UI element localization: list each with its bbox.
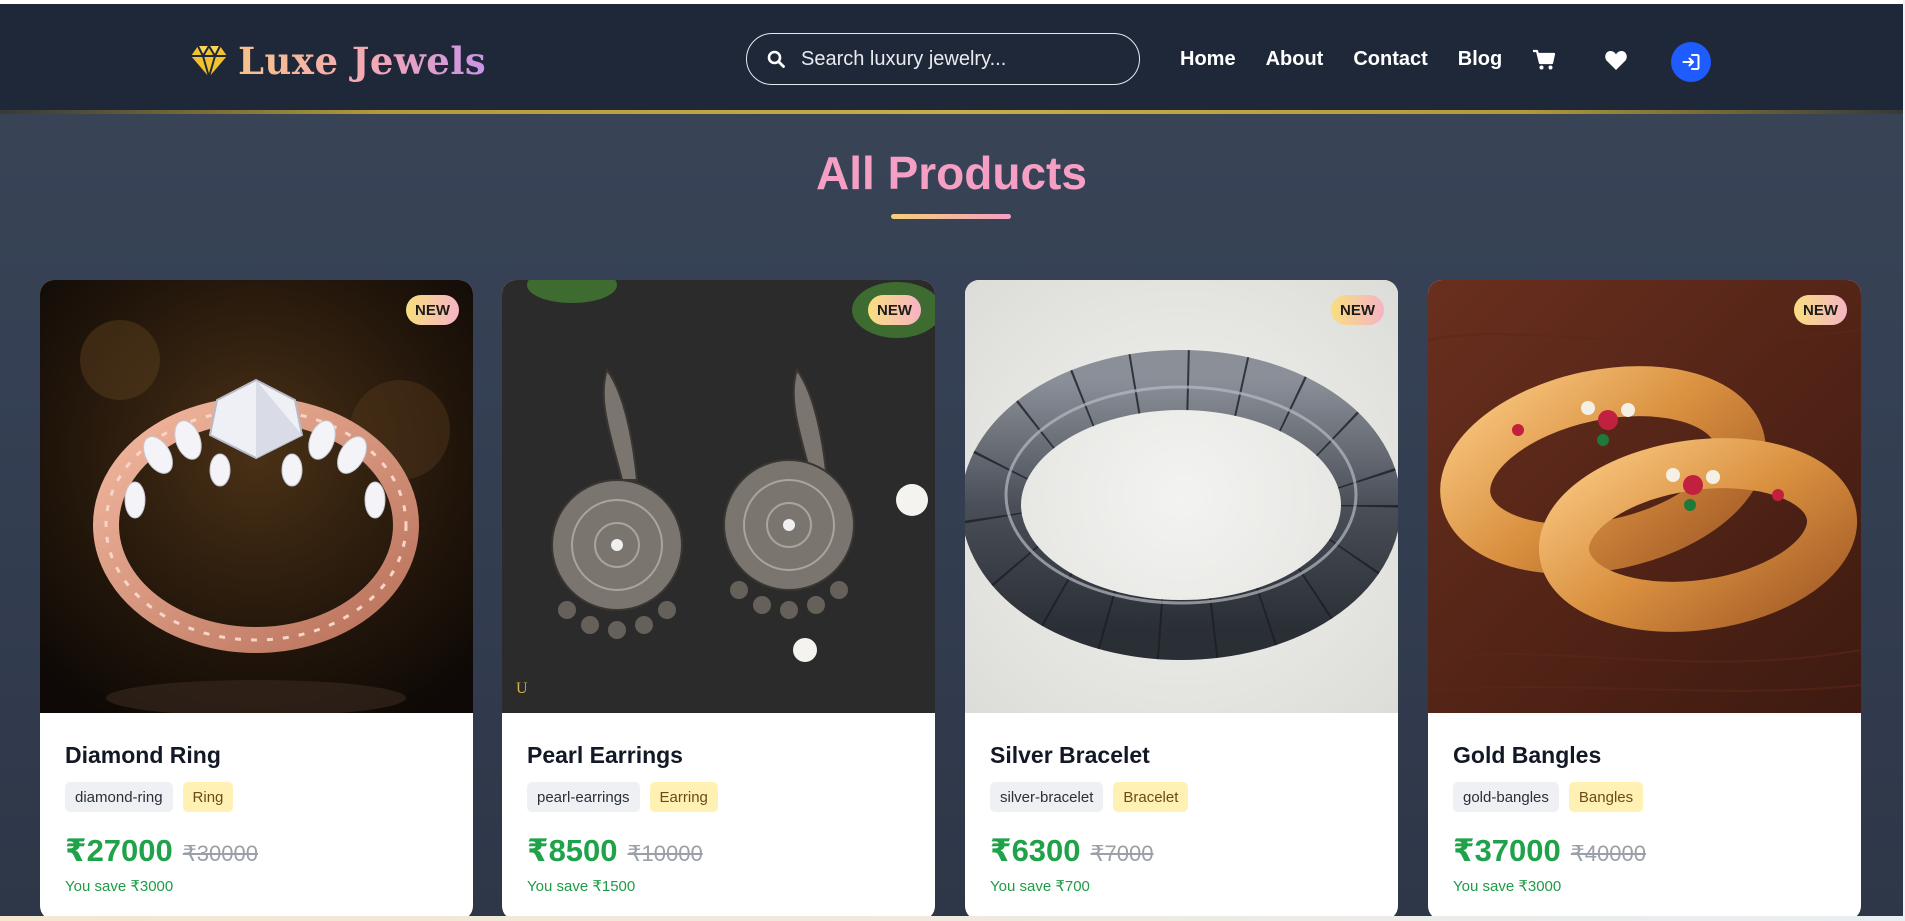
bottom-strip — [0, 916, 1905, 921]
product-tags: gold-bangles Bangles — [1453, 782, 1644, 812]
navbar: Luxe Jewels Home About Contact Blog — [0, 4, 1903, 114]
product-name[interactable]: Diamond Ring — [65, 742, 221, 769]
nav-contact-link[interactable]: Contact — [1353, 48, 1427, 71]
product-image-silver-bracelet[interactable]: NEW — [965, 280, 1398, 713]
new-badge: NEW — [1331, 295, 1384, 325]
brand-name: Luxe Jewels — [238, 39, 487, 83]
savings-text: You save ₹700 — [990, 878, 1090, 895]
nav-about-link[interactable]: About — [1266, 48, 1324, 71]
new-badge: NEW — [406, 295, 459, 325]
new-badge: NEW — [1794, 295, 1847, 325]
login-icon — [1682, 54, 1700, 70]
slug-tag: diamond-ring — [65, 782, 173, 812]
login-button[interactable] — [1671, 42, 1711, 82]
new-badge: NEW — [868, 295, 921, 325]
search-bar[interactable] — [746, 33, 1140, 85]
category-tag: Ring — [182, 782, 234, 812]
navbar-gold-border — [0, 110, 1903, 114]
price-row: ₹37000 ₹40000 — [1453, 833, 1646, 869]
search-input[interactable] — [801, 47, 1101, 71]
product-card[interactable]: NEW Silver Bracelet silver-bracelet Brac… — [965, 280, 1398, 916]
product-image-diamond-ring[interactable]: NEW — [40, 280, 473, 713]
savings-text: You save ₹1500 — [527, 878, 636, 895]
current-price: ₹6300 — [990, 833, 1081, 868]
diamond-icon — [191, 44, 227, 78]
search-icon — [767, 50, 785, 68]
cart-icon[interactable] — [1532, 49, 1556, 71]
product-name[interactable]: Gold Bangles — [1453, 742, 1601, 769]
title-underline — [891, 214, 1011, 219]
price-row: ₹27000 ₹30000 — [65, 833, 258, 869]
product-tags: silver-bracelet Bracelet — [990, 782, 1189, 812]
slug-tag: gold-bangles — [1453, 782, 1559, 812]
savings-text: You save ₹3000 — [1453, 878, 1562, 895]
original-price: ₹10000 — [627, 841, 703, 866]
price-row: ₹6300 ₹7000 — [990, 833, 1154, 869]
nav-links: Home About Contact Blog — [1180, 48, 1502, 71]
product-card[interactable]: U NEW Pearl Earrings pearl-earrings Earr… — [502, 280, 935, 916]
category-tag: Bracelet — [1113, 782, 1189, 812]
section-title: All Products — [816, 147, 1087, 199]
nav-blog-link[interactable]: Blog — [1458, 48, 1502, 71]
brand-logo[interactable]: Luxe Jewels — [190, 39, 487, 83]
category-tag: Earring — [649, 782, 718, 812]
product-tags: pearl-earrings Earring — [527, 782, 718, 812]
product-image-gold-bangles[interactable]: NEW — [1428, 280, 1861, 713]
product-name[interactable]: Silver Bracelet — [990, 742, 1150, 769]
slug-tag: pearl-earrings — [527, 782, 640, 812]
category-tag: Bangles — [1568, 782, 1644, 812]
slug-tag: silver-bracelet — [990, 782, 1104, 812]
product-image-pearl-earrings[interactable]: U NEW — [502, 280, 935, 713]
nav-home-link[interactable]: Home — [1180, 48, 1236, 71]
product-card[interactable]: NEW Gold Bangles gold-bangles Bangles ₹3… — [1428, 280, 1861, 916]
original-price: ₹7000 — [1090, 841, 1154, 866]
product-card[interactable]: NEW Diamond Ring diamond-ring Ring ₹2700… — [40, 280, 473, 916]
price-row: ₹8500 ₹10000 — [527, 833, 703, 869]
svg-text:U: U — [516, 680, 528, 697]
current-price: ₹8500 — [527, 833, 618, 868]
product-tags: diamond-ring Ring — [65, 782, 234, 812]
page-viewport: Luxe Jewels Home About Contact Blog — [0, 0, 1903, 916]
heart-icon[interactable] — [1604, 49, 1628, 71]
savings-text: You save ₹3000 — [65, 878, 174, 895]
original-price: ₹30000 — [182, 841, 258, 866]
product-name[interactable]: Pearl Earrings — [527, 742, 683, 769]
current-price: ₹37000 — [1453, 833, 1561, 868]
original-price: ₹40000 — [1570, 841, 1646, 866]
current-price: ₹27000 — [65, 833, 173, 868]
